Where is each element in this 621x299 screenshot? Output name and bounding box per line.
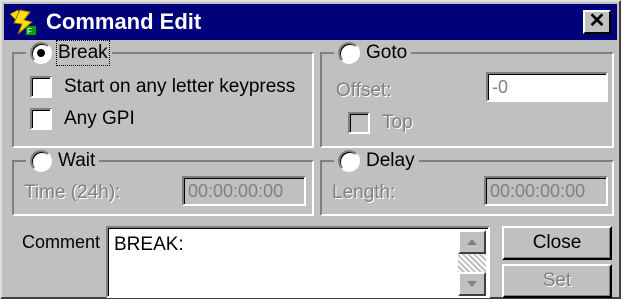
break-radio[interactable]: Break [26, 40, 112, 66]
goto-label: Goto [366, 42, 408, 63]
length-input[interactable]: 00:00:00:00 [484, 176, 608, 206]
command-edit-dialog: F Command Edit ✕ Break Start on any lett… [0, 0, 621, 299]
arrow-up-icon [467, 239, 477, 245]
set-button[interactable]: Set [502, 264, 612, 298]
any-gpi-option[interactable]: Any GPI [30, 108, 135, 130]
offset-label: Offset: [336, 80, 392, 101]
start-on-keypress-checkbox[interactable] [30, 76, 52, 98]
window-title: Command Edit [46, 9, 202, 34]
time-input[interactable]: 00:00:00:00 [182, 176, 306, 206]
wait-radio-button[interactable] [30, 150, 52, 172]
scroll-up-button[interactable] [458, 230, 486, 254]
comment-textarea[interactable]: BREAK: [106, 226, 490, 298]
wait-radio[interactable]: Wait [26, 148, 100, 174]
svg-text:F: F [27, 27, 32, 36]
wait-group: Wait Time (24h): 00:00:00:00 [12, 148, 314, 216]
delay-group: Delay Length: 00:00:00:00 [320, 148, 614, 216]
break-label: Break [56, 40, 110, 66]
start-on-keypress-option[interactable]: Start on any letter keypress [30, 76, 295, 98]
lightning-app-icon: F [8, 8, 38, 36]
top-option[interactable]: Top [348, 112, 413, 134]
top-checkbox[interactable] [348, 112, 370, 134]
delay-radio[interactable]: Delay [334, 148, 419, 174]
goto-radio[interactable]: Goto [334, 40, 412, 66]
set-button-label: Set [542, 270, 572, 291]
scroll-down-button[interactable] [458, 272, 486, 296]
break-radio-button[interactable] [30, 42, 52, 64]
goto-radio-button[interactable] [338, 42, 360, 64]
comment-scrollbar[interactable] [458, 230, 486, 296]
any-gpi-label: Any GPI [64, 108, 135, 129]
close-button[interactable]: Close [502, 226, 612, 260]
close-window-button[interactable]: ✕ [583, 10, 611, 34]
wait-label: Wait [58, 150, 96, 171]
offset-input[interactable]: -0 [486, 72, 608, 102]
any-gpi-checkbox[interactable] [30, 108, 52, 130]
delay-radio-button[interactable] [338, 150, 360, 172]
time-label: Time (24h): [24, 182, 121, 203]
close-icon: ✕ [588, 10, 606, 32]
delay-label: Delay [366, 150, 415, 171]
radio-selected-dot [37, 49, 45, 57]
close-button-label: Close [532, 232, 582, 253]
top-label: Top [382, 112, 413, 133]
arrow-down-icon [467, 281, 477, 287]
start-on-keypress-label: Start on any letter keypress [64, 76, 296, 97]
length-label: Length: [332, 182, 396, 203]
comment-label: Comment [22, 232, 101, 252]
goto-group: Goto Offset: -0 Top [320, 40, 614, 148]
comment-text: BREAK: [114, 234, 184, 255]
break-group: Break Start on any letter keypress Any G… [12, 40, 314, 148]
title-bar[interactable]: F Command Edit ✕ [4, 4, 617, 40]
